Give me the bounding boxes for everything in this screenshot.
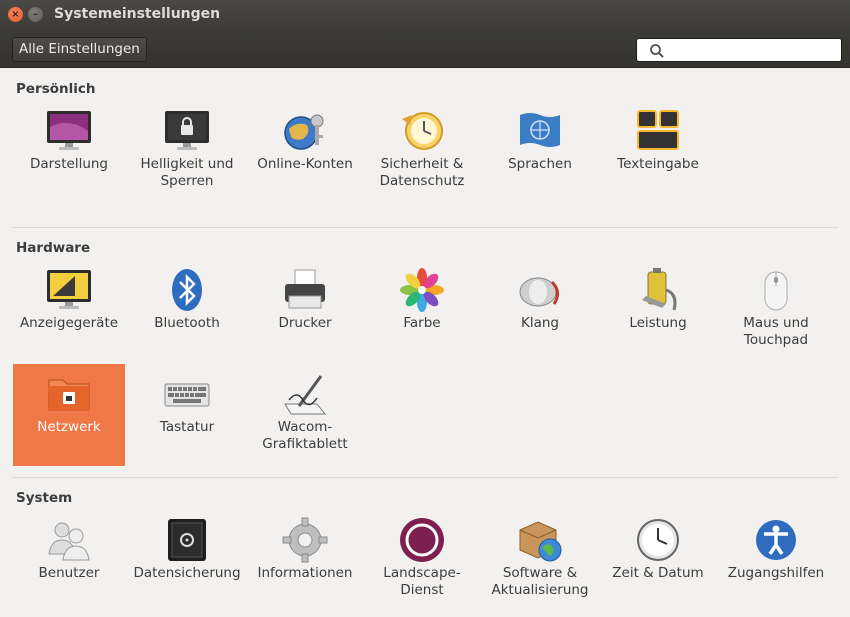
item-bluetooth[interactable]: Bluetooth <box>131 260 243 362</box>
item-label: Netzwerk <box>37 419 101 435</box>
item-keyboard[interactable]: Tastatur <box>131 364 243 466</box>
item-accessibility[interactable]: Zugangshilfen <box>720 510 832 612</box>
item-label: Online-Konten <box>257 156 353 172</box>
item-label: Software & Aktualisierung <box>491 565 589 598</box>
item-label: Sprachen <box>508 156 572 172</box>
color-icon <box>400 268 444 312</box>
item-details[interactable]: Informationen <box>249 510 361 612</box>
item-label: Landscape- Dienst <box>383 565 461 598</box>
wacom-icon <box>284 375 327 415</box>
software-update-icon <box>519 521 562 562</box>
item-label: Zugangshilfen <box>727 565 825 581</box>
item-time-date[interactable]: Zeit & Datum <box>602 510 714 612</box>
minimize-icon: – <box>33 9 38 20</box>
item-label: Bluetooth <box>154 315 220 331</box>
brightness-lock-icon <box>165 111 209 150</box>
item-displays[interactable]: Anzeigegeräte <box>13 260 125 362</box>
window-title: Systemeinstellungen <box>54 6 221 22</box>
item-label: Drucker <box>278 315 332 331</box>
title-bar: × – Systemeinstellungen <box>0 0 850 30</box>
search-input[interactable] <box>636 38 842 62</box>
accessibility-icon <box>756 520 796 560</box>
language-icon <box>520 113 560 147</box>
appearance-icon <box>47 111 91 150</box>
item-label: Anzeigegeräte <box>19 315 119 331</box>
section-divider <box>12 227 838 228</box>
close-icon: × <box>11 9 20 20</box>
item-label: Sicherheit & Datenschutz <box>379 156 465 189</box>
bluetooth-icon <box>172 269 202 311</box>
item-label: Zeit & Datum <box>612 565 704 581</box>
item-label: Darstellung <box>29 156 109 172</box>
network-icon <box>48 379 90 411</box>
security-privacy-icon <box>402 112 443 150</box>
item-brightness-lock[interactable]: Helligkeit und Sperren <box>131 101 243 203</box>
search-icon <box>650 44 664 58</box>
all-settings-button[interactable]: Alle Einstellungen <box>12 37 147 62</box>
section-title-personal: Persönlich <box>16 81 96 97</box>
item-color[interactable]: Farbe <box>366 260 478 362</box>
item-software-update[interactable]: Software & Aktualisierung <box>484 510 596 612</box>
item-label: Helligkeit und Sperren <box>140 156 234 189</box>
settings-window: × – Systemeinstellungen Alle Einstellung… <box>0 0 850 617</box>
item-sound[interactable]: Klang <box>484 260 596 362</box>
backup-icon <box>168 519 206 561</box>
online-accounts-icon <box>284 114 324 150</box>
power-icon <box>642 268 677 311</box>
mouse-icon <box>764 271 788 311</box>
item-mouse-touchpad[interactable]: Maus und Touchpad <box>720 260 832 362</box>
section-title-hardware: Hardware <box>16 240 91 256</box>
item-landscape[interactable]: Landscape- Dienst <box>366 510 478 612</box>
item-users[interactable]: Benutzer <box>13 510 125 612</box>
item-backup[interactable]: Datensicherung <box>131 510 243 612</box>
settings-content: Persönlich Darstellung Helligkeit und Sp… <box>0 69 850 617</box>
printer-icon <box>285 269 325 309</box>
item-wacom[interactable]: Wacom- Grafiktablett <box>249 364 361 466</box>
item-label: Klang <box>520 315 559 331</box>
text-entry-icon <box>637 110 679 150</box>
section-divider <box>12 477 838 478</box>
section-title-system: System <box>16 490 73 506</box>
item-security-privacy[interactable]: Sicherheit & Datenschutz <box>366 101 478 203</box>
clock-icon <box>637 519 679 561</box>
item-label: Benutzer <box>38 565 100 581</box>
item-text-entry[interactable]: Texteingabe <box>602 101 714 203</box>
item-online-accounts[interactable]: Online-Konten <box>249 101 361 203</box>
users-icon <box>48 522 90 561</box>
item-label: Farbe <box>403 315 441 331</box>
minimize-window-button[interactable]: – <box>28 7 43 22</box>
item-language[interactable]: Sprachen <box>484 101 596 203</box>
item-appearance[interactable]: Darstellung <box>13 101 125 203</box>
item-network[interactable]: Netzwerk <box>13 364 125 466</box>
item-label: Leistung <box>629 315 687 331</box>
item-label: Datensicherung <box>133 565 241 581</box>
item-label: Tastatur <box>159 419 215 435</box>
item-power[interactable]: Leistung <box>602 260 714 362</box>
item-printer[interactable]: Drucker <box>249 260 361 362</box>
details-icon <box>282 517 328 563</box>
item-label: Texteingabe <box>617 156 699 172</box>
item-label: Maus und Touchpad <box>743 315 809 348</box>
landscape-icon <box>400 518 444 562</box>
toolbar: Alle Einstellungen <box>0 30 850 68</box>
displays-icon <box>47 270 91 309</box>
item-label: Wacom- Grafiktablett <box>262 419 348 452</box>
close-window-button[interactable]: × <box>8 7 23 22</box>
item-label: Informationen <box>257 565 353 581</box>
sound-icon <box>519 277 559 307</box>
keyboard-icon <box>164 383 210 407</box>
